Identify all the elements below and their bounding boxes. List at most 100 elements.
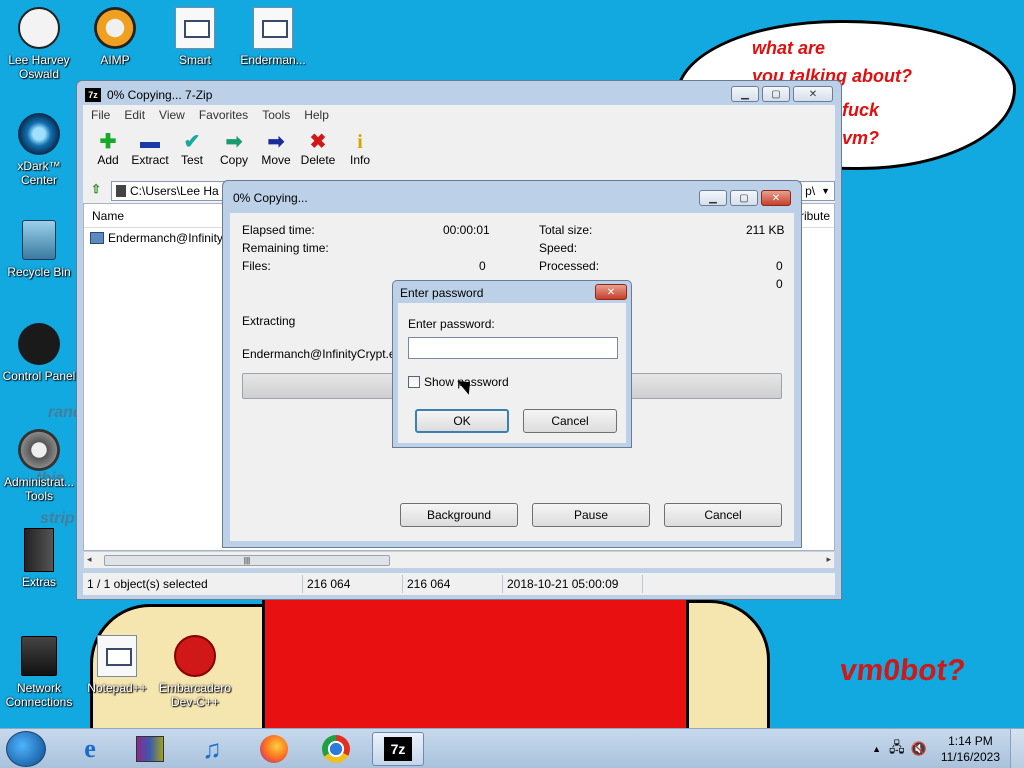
desktop-icon-label: xDark™ Center [17, 159, 61, 187]
desktop-icon-xdark-center[interactable]: xDark™ Center [0, 112, 78, 187]
menu-tools[interactable]: Tools [262, 108, 290, 122]
maximize-button[interactable]: ▢ [730, 190, 758, 206]
menu-edit[interactable]: Edit [124, 108, 145, 122]
close-icon: ✕ [808, 88, 818, 100]
seven-zip-icon: 7z [384, 737, 412, 761]
scroll-left-icon[interactable]: ◂ [87, 554, 92, 565]
maximize-icon: ▢ [739, 192, 749, 204]
close-button[interactable]: ✕ [793, 86, 833, 102]
dev-cpp-icon [173, 634, 217, 678]
address-tail: p\ [805, 184, 816, 198]
desktop-icon-label: Recycle Bin [7, 265, 71, 279]
start-button[interactable] [6, 731, 46, 767]
scroll-thumb[interactable]: ||| [104, 555, 390, 566]
elapsed-time-label: Elapsed time: [242, 223, 315, 237]
taskbar-internet-explorer[interactable]: e [64, 732, 116, 766]
password-input[interactable] [408, 337, 618, 359]
operation-label: Extracting [242, 314, 296, 328]
desktop-icon-label: AIMP [100, 53, 130, 67]
folder-up-icon[interactable]: ⇧ [87, 182, 105, 200]
menu-view[interactable]: View [159, 108, 185, 122]
taskbar-chrome[interactable] [310, 732, 362, 766]
cartoon-avatar-icon [17, 6, 61, 50]
info-label: Info [349, 153, 370, 167]
dialog-close-button[interactable]: ✕ [595, 284, 627, 300]
extract-button[interactable]: ▬ Extract [129, 125, 171, 179]
network-status-icon[interactable]: 🖧 [889, 737, 905, 761]
internet-explorer-icon: e [84, 734, 96, 763]
desktop-icon-network-connections[interactable]: Network Connections [0, 634, 78, 709]
desktop-icon-embarcadero-dev-cpp[interactable]: Embarcadero Dev-C++ [156, 634, 234, 709]
executable-icon [90, 232, 104, 244]
taskbar-7zip[interactable]: 7z [372, 732, 424, 766]
status-modified: 2018-10-21 05:00:09 [503, 575, 643, 593]
info-icon: i [357, 131, 363, 153]
volume-muted-icon[interactable]: 🔇 [911, 741, 927, 757]
window-title-bar[interactable]: 7z 0% Copying... 7-Zip [85, 85, 212, 105]
firefox-icon [260, 735, 288, 763]
cancel-button[interactable]: Cancel [664, 503, 782, 527]
taskbar-winrar[interactable] [124, 732, 176, 766]
info-button[interactable]: i Info [339, 125, 381, 179]
progress-title[interactable]: 0% Copying... [233, 191, 308, 205]
desktop-icon-recycle-bin[interactable]: Recycle Bin [0, 218, 78, 279]
close-button[interactable]: ✕ [761, 190, 791, 206]
window-caption-buttons: ▁ ▢ ✕ [731, 86, 833, 102]
taskbar-itunes[interactable]: ♫ [186, 732, 238, 766]
menu-help[interactable]: Help [304, 108, 329, 122]
scroll-right-icon[interactable]: ▸ [826, 554, 831, 565]
menu-bar: File Edit View Favorites Tools Help [83, 105, 835, 125]
background-button[interactable]: Background [400, 503, 518, 527]
status-size: 216 064 [303, 575, 403, 593]
test-button[interactable]: ✔ Test [171, 125, 213, 179]
desktop-icon-aimp[interactable]: AIMP [76, 6, 154, 67]
maximize-button[interactable]: ▢ [762, 86, 790, 102]
ok-button[interactable]: OK [415, 409, 509, 433]
test-label: Test [180, 153, 203, 167]
minimize-icon: ▁ [709, 192, 717, 204]
minimize-button[interactable]: ▁ [699, 190, 727, 206]
menu-favorites[interactable]: Favorites [199, 108, 248, 122]
chevron-down-icon[interactable]: ▼ [821, 186, 830, 196]
cancel-button[interactable]: Cancel [523, 409, 617, 433]
desktop-icon-notepad-plus-plus[interactable]: Notepad++ [78, 634, 156, 695]
recycle-bin-icon [17, 218, 61, 262]
desktop-icon-administrative-tools[interactable]: Administrat... Tools [0, 428, 78, 503]
drive-icon [116, 185, 126, 197]
copy-icon: ➡ [225, 131, 243, 153]
aimp-icon [93, 6, 137, 50]
menu-file[interactable]: File [91, 108, 110, 122]
system-tray: ▲ 🖧 🔇 1:14 PM 11/16/2023 [872, 729, 1024, 768]
gears-icon [17, 428, 61, 472]
checkbox-box[interactable] [408, 376, 420, 388]
desktop-icon-label: Embarcadero Dev-C++ [158, 681, 232, 709]
files-value: 0 [479, 259, 486, 273]
move-button[interactable]: ➡ Move [255, 125, 297, 179]
horizontal-scrollbar[interactable]: ◂ ||| ▸ [83, 551, 835, 569]
desktop-icon-lee-harvey-oswald[interactable]: Lee Harvey Oswald [0, 6, 78, 81]
add-button[interactable]: ✚ Add [87, 125, 129, 179]
desktop-icon-control-panel[interactable]: Control Panel [0, 322, 78, 383]
clock[interactable]: 1:14 PM 11/16/2023 [931, 733, 1010, 765]
desktop-icon-smart[interactable]: Smart [156, 6, 234, 67]
delete-button[interactable]: ✖ Delete [297, 125, 339, 179]
copy-label: Copy [219, 153, 248, 167]
show-desktop-button[interactable] [1010, 729, 1024, 768]
control-panel-icon [17, 322, 61, 366]
close-icon: ✕ [606, 286, 616, 298]
desktop-icon-label: Extras [21, 575, 56, 589]
move-icon: ➡ [267, 131, 285, 153]
desktop-icon-extras[interactable]: Extras [0, 528, 78, 589]
minimize-button[interactable]: ▁ [731, 86, 759, 102]
pause-button[interactable]: Pause [532, 503, 650, 527]
desktop-icon-enderman[interactable]: Enderman... [234, 6, 312, 67]
move-label: Move [261, 153, 291, 167]
status-bar: 1 / 1 object(s) selected 216 064 216 064… [83, 573, 835, 595]
dialog-title[interactable]: Enter password [400, 286, 483, 300]
network-icon [17, 634, 61, 678]
copy-button[interactable]: ➡ Copy [213, 125, 255, 179]
wallpaper-ghost-text: strip [40, 510, 75, 527]
taskbar-firefox[interactable] [248, 732, 300, 766]
show-hidden-icons-icon[interactable]: ▲ [872, 744, 881, 754]
column-name[interactable]: Name [92, 209, 124, 223]
